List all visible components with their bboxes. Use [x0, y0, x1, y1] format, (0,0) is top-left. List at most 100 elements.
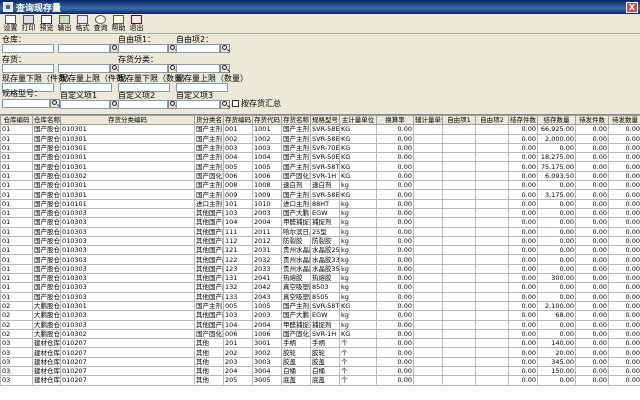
table-row[interactable]: 01国产股仓库010303其他国产股1232033贵州水晶胶水晶胶35kg0.0…	[0, 263, 640, 275]
table-cell: 真空吸塑胶	[281, 282, 311, 293]
custom2-lookup-button[interactable]	[220, 44, 230, 53]
table-row[interactable]: 01国产股仓库010302国产固化剂0061006国产固化剂SVR-1HKG0.…	[0, 170, 640, 182]
table-cell: 0.00	[575, 375, 609, 386]
table-row[interactable]: 01国产股仓库010101进口主剂1011010进口主剂88HTkg0.000.…	[0, 198, 640, 209]
table-cell: 国产股仓库	[32, 254, 61, 265]
table-cell	[413, 198, 443, 209]
table-row[interactable]: 02大鹏股仓库010303其他国产股1032003国产大鹏EGWkg0.000.…	[0, 310, 640, 321]
table-row[interactable]: 01国产股仓库010301国产主剂0011001国产主剂SVR-58EKG0.0…	[0, 124, 640, 135]
column-header[interactable]: 换算率	[376, 115, 414, 126]
table-cell: 国产主剂	[281, 133, 311, 144]
close-button[interactable]: X	[626, 1, 638, 13]
table-row[interactable]: 01国产股仓库010303其他国产股1112011哈尔滨日用25型kg0.000…	[0, 226, 640, 237]
table-row[interactable]: 01国产股仓库010303其他国产股1312041热熔胶热熔胶kg0.000.0…	[0, 273, 640, 284]
table-cell	[475, 328, 509, 340]
column-header[interactable]: 存货代码	[252, 115, 282, 126]
table-row[interactable]: 01国产股仓库010301国产主剂0021002国产主剂SVR-58EWKG0.…	[0, 133, 640, 144]
toolbar-button-settings[interactable]: 设置	[2, 14, 19, 33]
table-cell	[442, 235, 476, 247]
table-cell: 03	[0, 375, 33, 386]
inv-category-input-2[interactable]	[176, 64, 220, 73]
column-header[interactable]: 存货分类编码	[60, 115, 195, 126]
search-icon	[112, 65, 117, 70]
table-row[interactable]: 01国产股仓库010301国产主剂0051005国产主剂SVR-58TKG0.0…	[0, 161, 640, 172]
inventory-input-2[interactable]	[58, 64, 110, 73]
table-cell: 大鹏股仓库	[32, 300, 61, 312]
warehouse-input-2[interactable]	[58, 44, 110, 53]
toolbar-button-export[interactable]: 输出	[56, 14, 73, 33]
table-cell: 02	[0, 300, 33, 312]
table-cell: 205	[223, 375, 253, 386]
column-header[interactable]: 结存数量	[537, 115, 576, 126]
table-row[interactable]: 03 建材仓库 010207 其他 201 3001 手柄 手柄个 0.00 0.00 140.00…	[0, 338, 640, 349]
table-row[interactable]: 03 建材仓库 010207 其他 203 3003 胶盖 胶盖个 0.00 0.00 345.00…	[0, 356, 640, 368]
table-row[interactable]: 01国产股仓库010303其他国产股1322042真空吸塑胶8503kg0.00…	[0, 282, 640, 293]
table-row[interactable]: 02大鹏股仓库010303其他国产股1042004甲醛捕捉剂捕捉剂kg0.000…	[0, 319, 640, 330]
table-row[interactable]: 01国产股仓库010301国产主剂0031003国产主剂SVR-70EKG0.0…	[0, 142, 640, 154]
def2-input[interactable]	[118, 100, 168, 109]
table-cell: 0.00	[608, 142, 640, 154]
table-row[interactable]: 01国产股仓库010303其他国产股1332043真空吸塑胶8505kg0.00…	[0, 291, 640, 302]
def3-input[interactable]	[176, 100, 220, 109]
table-cell: 006	[223, 170, 253, 182]
inventory-input[interactable]	[2, 64, 54, 73]
toolbar-button-query[interactable]: 查询	[92, 14, 109, 33]
toolbar-button-format[interactable]: 格式	[74, 14, 91, 33]
table-cell	[442, 273, 476, 284]
table-row[interactable]: 02大鹏股仓库010301国产主剂0051005国产主剂SVR-58TKG0.0…	[0, 300, 640, 312]
def1-input[interactable]	[60, 100, 110, 109]
toolbar-button-preview[interactable]: 预览	[38, 14, 55, 33]
table-row[interactable]: 01国产股仓库010303其他国产股1042004甲醛捕捉剂捕捉剂kg0.000…	[0, 217, 640, 228]
table-cell: 贵州水晶胶	[281, 245, 311, 256]
column-header[interactable]: 待发件数	[575, 115, 609, 126]
custom1-input[interactable]	[118, 44, 168, 53]
table-row[interactable]: 03 建材仓库 010207 其他 204 3004 白桶 白桶个 0.00 0.00 150.00…	[0, 365, 640, 377]
spec-lookup-button[interactable]	[50, 99, 60, 108]
table-row[interactable]: 01国产股仓库010301国产主剂0091009国产主剂SVR-58ENKG0.…	[0, 189, 640, 200]
inv-category-input[interactable]	[118, 64, 168, 73]
table-cell: kg	[339, 198, 377, 209]
table-row[interactable]: 02大鹏股仓库010302国产固化剂0061006国产固化剂SVR-1HKG0.…	[0, 328, 640, 340]
table-row[interactable]: 01国产股仓库010303其他国产股1212031贵州水晶胶水晶胶25kg0.0…	[0, 245, 640, 256]
def3-lookup-button[interactable]	[220, 100, 230, 109]
column-header[interactable]: 仓库名称	[32, 115, 61, 126]
column-header[interactable]: 主计量单位	[339, 115, 377, 126]
spec-input[interactable]	[2, 99, 50, 108]
table-row[interactable]: 03 建材仓库 010207 其他 202 3002 胶轮 胶轮个 0.00 0.00 20.00 0…	[0, 347, 640, 358]
column-header[interactable]: 待发数量	[608, 115, 640, 126]
table-cell: 国产股仓库	[32, 217, 61, 228]
column-header[interactable]: 存货编码	[223, 115, 253, 126]
table-cell	[475, 254, 509, 265]
summary-checkbox[interactable]	[232, 100, 239, 107]
table-cell: 0.00	[376, 310, 414, 321]
warehouse-input[interactable]	[2, 44, 54, 53]
table-row[interactable]: 01国产股仓库010301国产主剂0041004国产主剂SVR-50EKG0.0…	[0, 152, 640, 163]
table-row[interactable]: 01国产股仓库010303其他国产股1222032贵州水晶胶水晶胶33kg0.0…	[0, 254, 640, 265]
column-header[interactable]: 规格型号	[310, 115, 340, 126]
table-cell	[475, 180, 509, 191]
table-row[interactable]: 01国产股仓库010303其他国产股1122012防裂胶防裂胶kg0.000.0…	[0, 235, 640, 247]
column-header[interactable]: 自由项2	[475, 115, 509, 126]
table-cell	[413, 226, 443, 237]
query-icon	[95, 15, 106, 24]
column-header[interactable]: 辅计量单位	[413, 115, 443, 126]
custom2-input[interactable]	[176, 44, 220, 53]
toolbar-button-print[interactable]: 打印	[20, 14, 37, 33]
search-icon	[112, 45, 117, 50]
column-header[interactable]: 仓库编码	[0, 115, 33, 126]
table-row[interactable]: 01国产股仓库010303其他国产股1032003国产大鹏EGWkg0.000.…	[0, 207, 640, 219]
def1-label: 自定义项1	[60, 91, 98, 100]
table-cell: 0.00	[376, 273, 414, 284]
table-row[interactable]: 01国产股仓库010301国产主剂0081008速白剂速白剂kg0.000.00…	[0, 180, 640, 191]
column-header[interactable]: 存货名称	[281, 115, 311, 126]
toolbar-button-help[interactable]: 帮助	[110, 14, 127, 33]
toolbar-button-exit[interactable]: 退出	[128, 14, 145, 33]
inv-category-lookup-button-2[interactable]	[220, 64, 230, 73]
table-cell: 其他	[194, 375, 224, 386]
table-cell: 01	[0, 161, 33, 172]
column-header[interactable]: 结存件数	[508, 115, 538, 126]
column-header[interactable]: 自由项1	[442, 115, 476, 126]
table-cell: 胶盖	[310, 356, 340, 368]
table-row[interactable]: 03 建材仓库 010207 其他 205 3005 底盖 底盖个 0.00 0.00 0.00 0.…	[0, 375, 640, 386]
column-header[interactable]: 货分类名	[194, 115, 224, 126]
